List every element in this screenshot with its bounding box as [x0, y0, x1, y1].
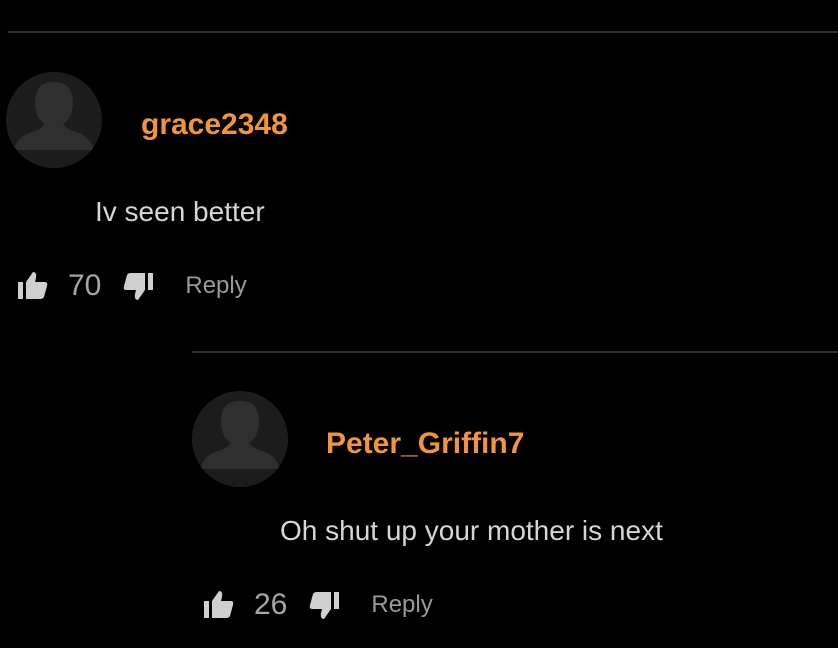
default-avatar-icon — [6, 72, 102, 168]
like-count: 26 — [254, 588, 288, 621]
comment-actions: 70 Reply — [16, 266, 247, 306]
thumbs-up-icon[interactable] — [16, 269, 50, 303]
reply-button[interactable]: Reply — [185, 274, 246, 298]
comment: Peter_Griffin7 Oh shut up your mother is… — [192, 391, 832, 631]
comment-text: Iv seen better — [95, 196, 265, 227]
reply-divider — [192, 351, 838, 353]
like-count: 70 — [68, 269, 102, 302]
top-divider — [8, 31, 838, 33]
default-avatar-icon — [192, 391, 288, 487]
avatar[interactable] — [6, 72, 102, 168]
thumbs-down-icon[interactable] — [307, 588, 341, 622]
thumbs-up-icon[interactable] — [202, 588, 236, 622]
comment-actions: 26 Reply — [202, 585, 433, 625]
username[interactable]: grace2348 — [141, 110, 288, 140]
comment: grace2348 Iv seen better 70 Reply — [6, 72, 826, 312]
username[interactable]: Peter_Griffin7 — [326, 429, 524, 459]
thumbs-down-icon[interactable] — [121, 269, 155, 303]
comment-text: Oh shut up your mother is next — [280, 515, 663, 546]
avatar[interactable] — [192, 391, 288, 487]
reply-button[interactable]: Reply — [371, 593, 432, 617]
